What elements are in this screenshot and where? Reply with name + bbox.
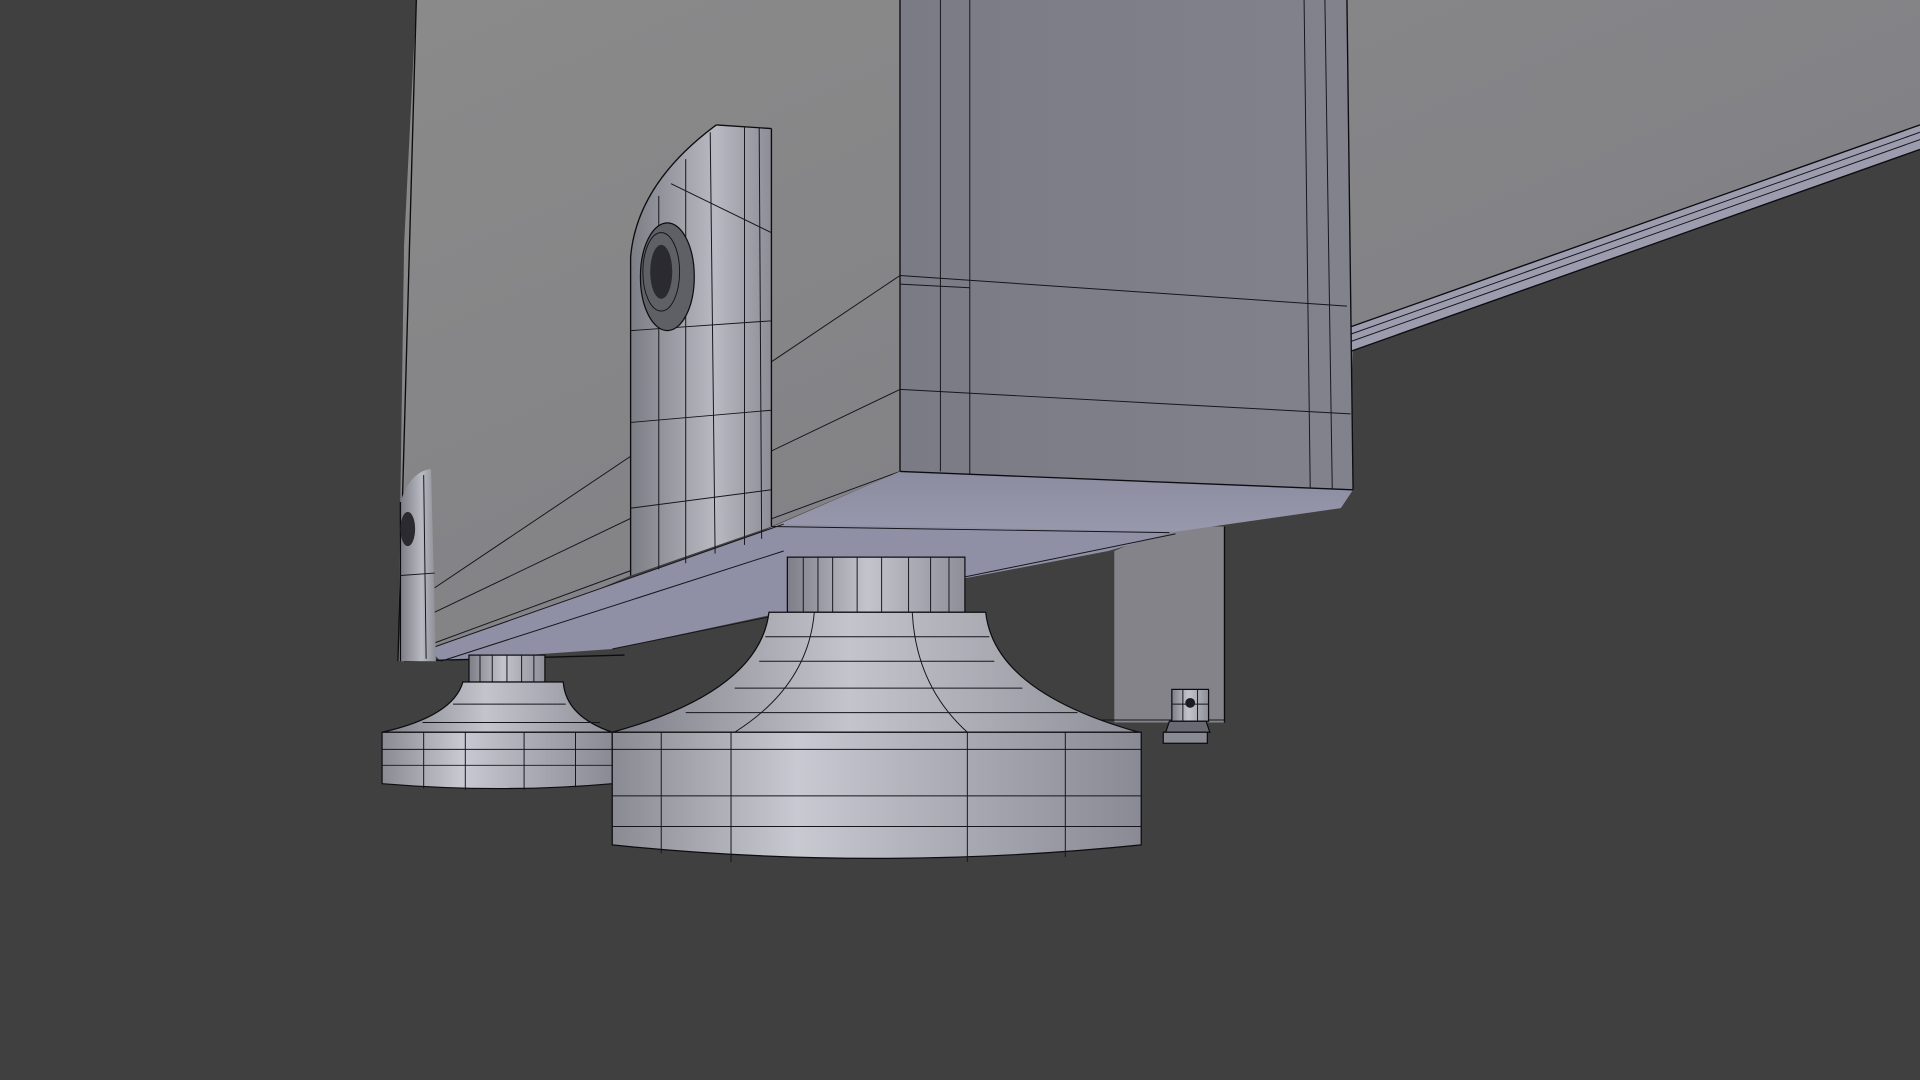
viewport-canvas[interactable] — [0, 0, 1920, 1080]
mounting-bracket-small[interactable] — [399, 468, 436, 662]
leveling-foot-small[interactable] — [381, 654, 613, 790]
3d-viewport[interactable] — [0, 0, 1920, 1080]
mounting-bracket[interactable] — [629, 124, 773, 576]
